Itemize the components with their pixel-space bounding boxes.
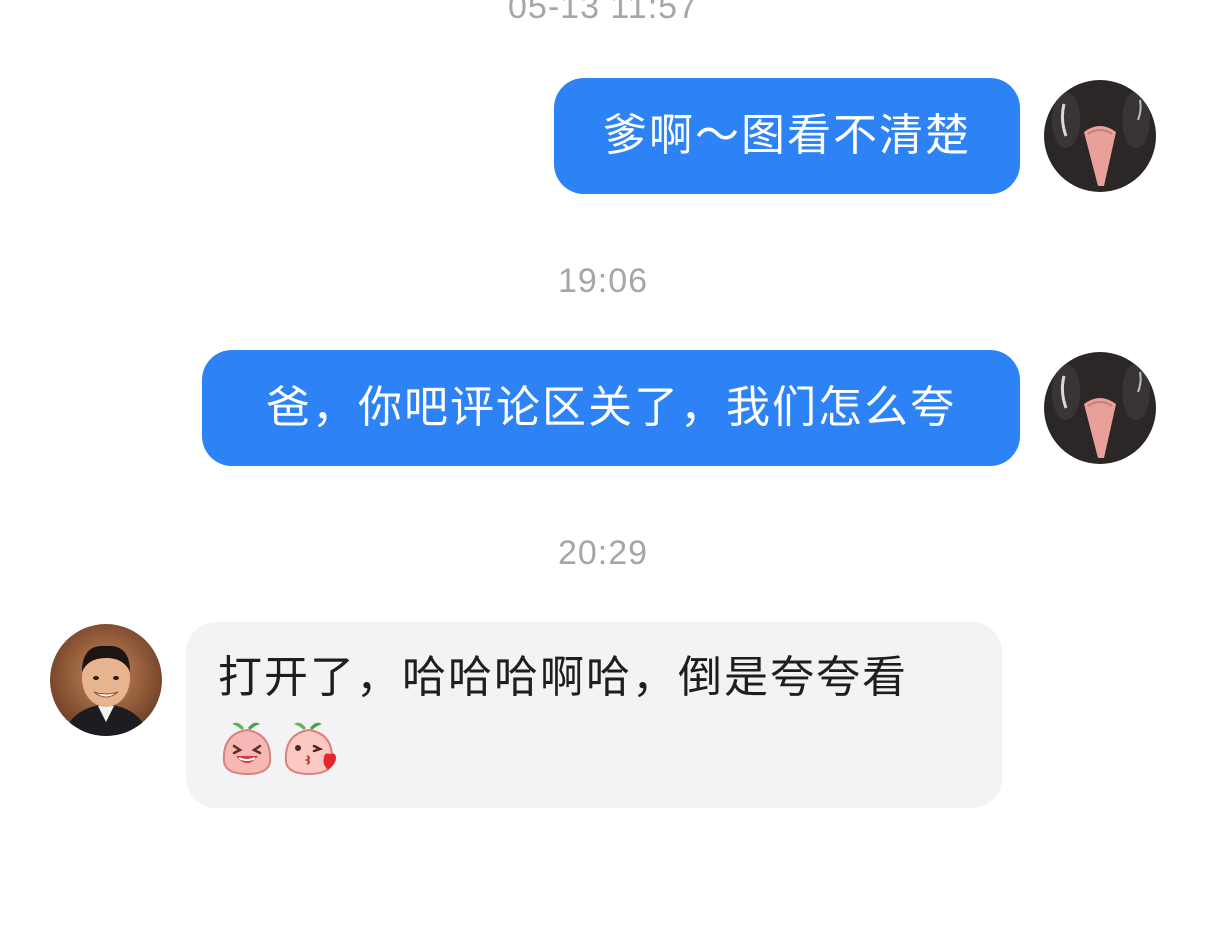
- crow-avatar-icon: [1044, 80, 1156, 192]
- man-portrait-avatar-icon: [50, 624, 162, 736]
- message-text: 打开了，哈哈哈啊哈，倒是夸夸看: [218, 652, 908, 703]
- timestamp: 19:06: [557, 262, 649, 300]
- message-text: 爹啊～图看不清楚: [603, 110, 971, 161]
- sticker-row: [218, 718, 1002, 776]
- avatar[interactable]: [1044, 352, 1156, 464]
- kissing-dumpling-sticker-icon: [280, 718, 340, 776]
- avatar[interactable]: [50, 624, 162, 736]
- timestamp: 05-13 11:57: [508, 0, 698, 26]
- crow-avatar-icon: [1044, 352, 1156, 464]
- avatar[interactable]: [1044, 80, 1156, 192]
- message-bubble-outgoing[interactable]: 爹啊～图看不清楚: [554, 78, 1020, 194]
- timestamp: 20:29: [557, 534, 649, 572]
- message-bubble-incoming[interactable]: 打开了，哈哈哈啊哈，倒是夸夸看: [186, 622, 1002, 808]
- message-text: 爸，你吧评论区关了，我们怎么夸: [266, 382, 956, 433]
- laughing-dumpling-sticker-icon: [218, 718, 276, 776]
- message-bubble-outgoing[interactable]: 爸，你吧评论区关了，我们怎么夸: [202, 350, 1020, 466]
